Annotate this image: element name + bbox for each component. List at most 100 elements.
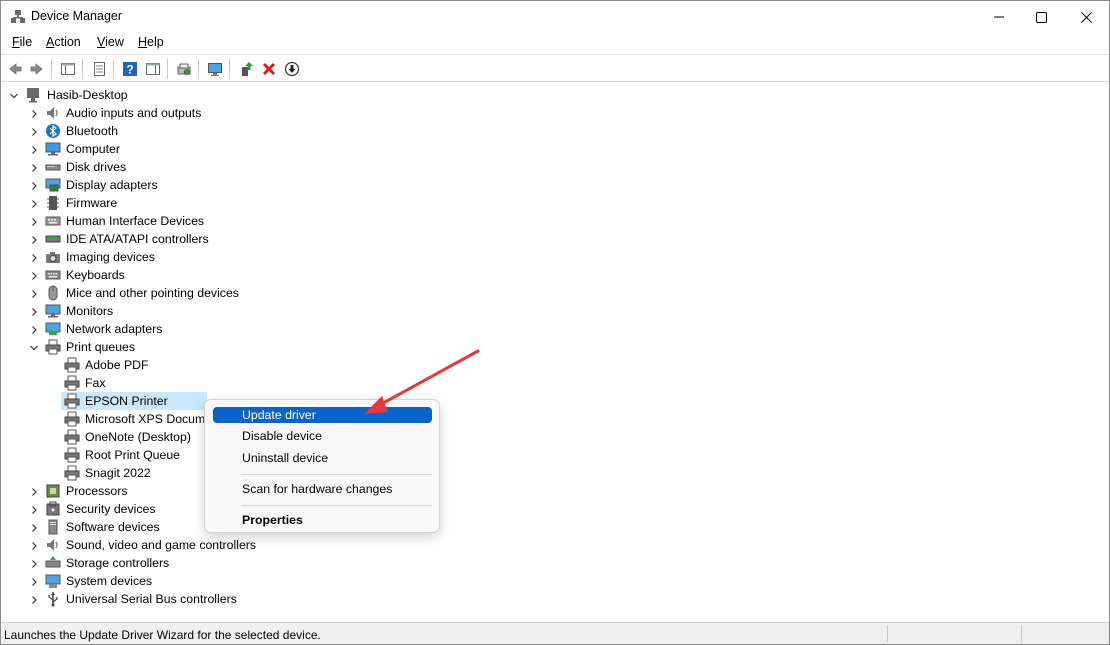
- tree-item-label: Software devices: [66, 520, 160, 534]
- menu-view[interactable]: View: [95, 35, 126, 49]
- tree-device[interactable]: OneNote (Desktop): [1, 428, 1101, 446]
- forward-button[interactable]: [26, 58, 48, 80]
- printer-icon: [45, 339, 61, 355]
- tree-category[interactable]: Storage controllers: [1, 554, 1101, 572]
- chevron-right-icon[interactable]: [29, 486, 39, 496]
- monitor-button[interactable]: [204, 58, 226, 80]
- chevron-down-icon[interactable]: [9, 90, 19, 100]
- tree-device[interactable]: Root Print Queue: [1, 446, 1101, 464]
- tree-category[interactable]: Universal Serial Bus controllers: [1, 590, 1101, 608]
- tree-category[interactable]: Security devices: [1, 500, 1101, 518]
- tree-device[interactable]: EPSON Printer: [1, 392, 1101, 410]
- menu-properties[interactable]: Properties: [213, 509, 432, 531]
- chevron-right-icon[interactable]: [29, 306, 39, 316]
- device-manager-window: Device Manager File Action View Help ? H…: [0, 0, 1110, 645]
- chevron-right-icon[interactable]: [29, 324, 39, 334]
- properties-button[interactable]: [88, 58, 110, 80]
- device-tree[interactable]: Hasib-Desktop Audio inputs and outputs Blu…: [1, 83, 1109, 621]
- monitor-icon: [208, 63, 222, 76]
- chevron-right-icon[interactable]: [29, 108, 39, 118]
- tree-category[interactable]: Disk drives: [1, 158, 1101, 176]
- chevron-right-icon[interactable]: [29, 198, 39, 208]
- close-button[interactable]: [1063, 1, 1109, 33]
- tree-category[interactable]: Bluetooth: [1, 122, 1101, 140]
- action-pane-button[interactable]: [142, 58, 164, 80]
- security-icon: [45, 501, 61, 517]
- tree-item-label: Audio inputs and outputs: [66, 106, 202, 120]
- back-icon: [9, 63, 22, 75]
- tree-category[interactable]: Firmware: [1, 194, 1101, 212]
- minimize-button[interactable]: [976, 1, 1022, 33]
- tree-category[interactable]: Processors: [1, 482, 1101, 500]
- tree-category[interactable]: Display adapters: [1, 176, 1101, 194]
- tree-device[interactable]: Snagit 2022: [1, 464, 1101, 482]
- chevron-right-icon[interactable]: [29, 504, 39, 514]
- toolbar-separator: [229, 59, 230, 79]
- menu-view-mnemonic: V: [97, 35, 106, 49]
- tree-item-label: Disk drives: [66, 160, 127, 174]
- tree-category[interactable]: Imaging devices: [1, 248, 1101, 266]
- annotation-arrow: [364, 349, 480, 414]
- properties-icon: [94, 62, 105, 76]
- back-button[interactable]: [4, 58, 26, 80]
- tree-item-label: Adobe PDF: [85, 358, 149, 372]
- tree-category[interactable]: Audio inputs and outputs: [1, 104, 1101, 122]
- chevron-right-icon[interactable]: [29, 234, 39, 244]
- chevron-right-icon[interactable]: [29, 270, 39, 280]
- tree-category[interactable]: Software devices: [1, 518, 1101, 536]
- scan-hardware-button[interactable]: [173, 58, 195, 80]
- tree-category[interactable]: Monitors: [1, 302, 1101, 320]
- maximize-button[interactable]: [1018, 1, 1064, 33]
- toolbar-separator: [113, 59, 114, 79]
- menu-help[interactable]: Help: [136, 35, 166, 49]
- usb-icon: [45, 591, 61, 607]
- tree-item-label: Storage controllers: [66, 556, 170, 570]
- menu-action[interactable]: Action: [44, 35, 83, 49]
- tree-category[interactable]: Keyboards: [1, 266, 1101, 284]
- tree-category[interactable]: Mice and other pointing devices: [1, 284, 1101, 302]
- menu-file-label: ile: [19, 35, 33, 49]
- chevron-right-icon[interactable]: [29, 126, 39, 136]
- chevron-right-icon[interactable]: [29, 522, 39, 532]
- speaker-icon: [45, 105, 61, 121]
- tree-device[interactable]: Adobe PDF: [1, 356, 1101, 374]
- menu-uninstall-device[interactable]: Uninstall device: [213, 447, 432, 469]
- system-device-icon: [45, 573, 61, 589]
- update-driver-button[interactable]: [235, 58, 257, 80]
- uninstall-button[interactable]: [258, 58, 280, 80]
- tree-category[interactable]: IDE ATA/ATAPI controllers: [1, 230, 1101, 248]
- display-adapter-icon: [45, 177, 61, 193]
- chevron-right-icon[interactable]: [29, 216, 39, 226]
- tree-category[interactable]: Human Interface Devices: [1, 212, 1101, 230]
- status-divider: [887, 625, 888, 643]
- help-button[interactable]: ?: [119, 58, 141, 80]
- tree-category[interactable]: Print queues: [1, 338, 1101, 356]
- chevron-down-icon[interactable]: [29, 342, 39, 352]
- chevron-right-icon[interactable]: [29, 540, 39, 550]
- tree-device[interactable]: Microsoft XPS Docume: [1, 410, 1101, 428]
- title-bar[interactable]: Device Manager: [1, 1, 1109, 33]
- chevron-right-icon[interactable]: [29, 252, 39, 262]
- speaker-icon: [45, 537, 61, 553]
- menu-disable-device[interactable]: Disable device: [213, 425, 432, 447]
- tree-root[interactable]: Hasib-Desktop: [1, 86, 1101, 104]
- download-button[interactable]: [281, 58, 303, 80]
- chevron-right-icon[interactable]: [29, 594, 39, 604]
- tree-device[interactable]: Fax: [1, 374, 1101, 392]
- software-device-icon: [45, 519, 61, 535]
- chevron-right-icon[interactable]: [29, 576, 39, 586]
- tree-category[interactable]: Network adapters: [1, 320, 1101, 338]
- chevron-right-icon[interactable]: [29, 144, 39, 154]
- chevron-right-icon[interactable]: [29, 162, 39, 172]
- menu-scan-hardware[interactable]: Scan for hardware changes: [213, 478, 432, 500]
- tree-category[interactable]: Computer: [1, 140, 1101, 158]
- tree-category[interactable]: System devices: [1, 572, 1101, 590]
- menu-file[interactable]: File: [10, 35, 34, 49]
- chevron-right-icon[interactable]: [29, 558, 39, 568]
- show-hide-console-tree-button[interactable]: [57, 58, 79, 80]
- chevron-right-icon[interactable]: [29, 180, 39, 190]
- forward-icon: [30, 63, 43, 75]
- pc-icon: [25, 87, 41, 103]
- chevron-right-icon[interactable]: [29, 288, 39, 298]
- tree-category[interactable]: Sound, video and game controllers: [1, 536, 1101, 554]
